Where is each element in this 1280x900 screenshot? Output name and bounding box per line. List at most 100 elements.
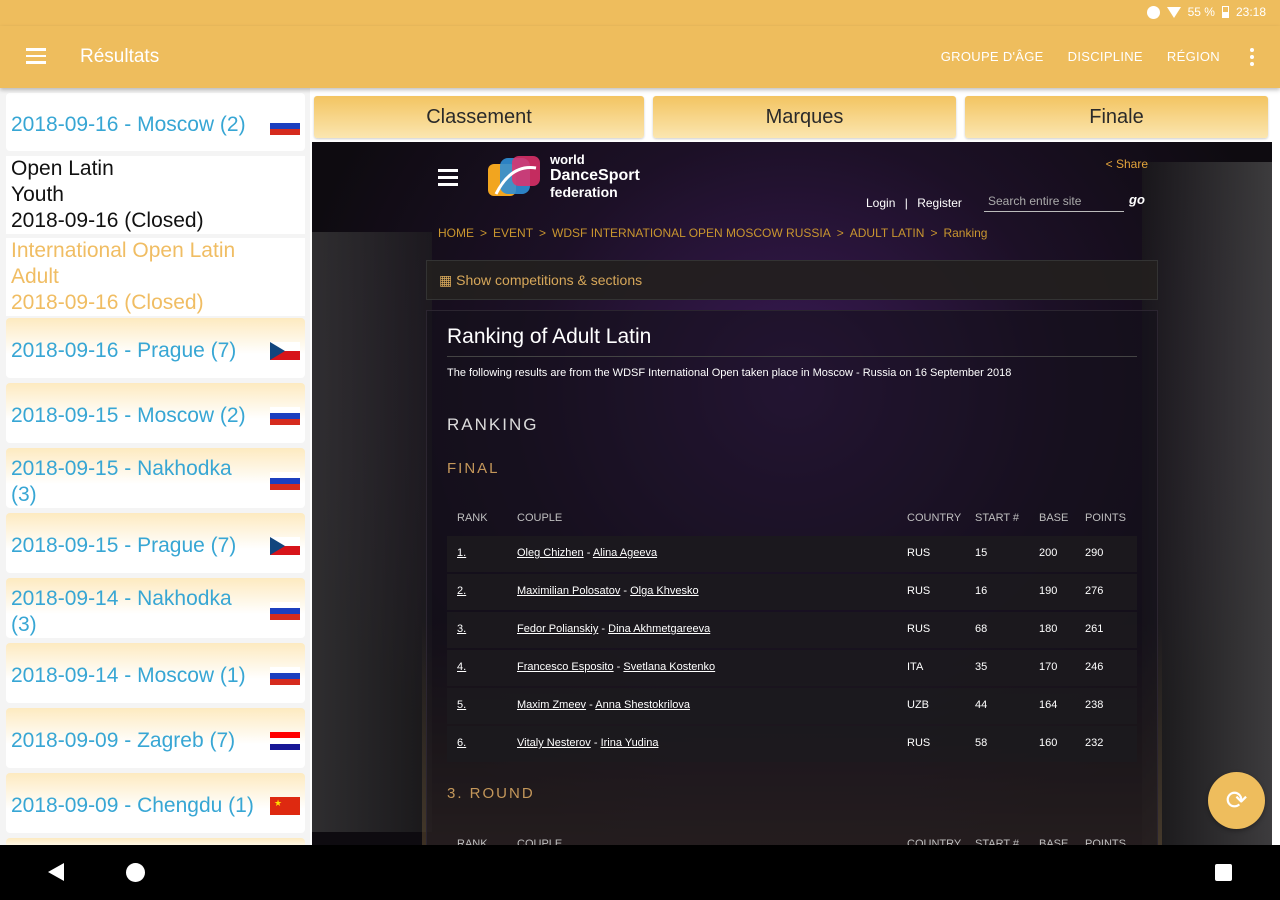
dancer-link[interactable]: Anna Shestokrilova	[595, 699, 690, 711]
crumb-event[interactable]: EVENT	[493, 226, 533, 240]
start-cell: 15	[975, 547, 988, 559]
start-cell: 68	[975, 623, 988, 635]
list-item[interactable]: 2018-09-16 - Moscow (2)	[6, 93, 305, 151]
rank-link[interactable]: 6.	[457, 737, 466, 749]
site-menu-icon[interactable]	[438, 169, 458, 189]
list-item[interactable]	[6, 838, 305, 845]
couple-cell: Fedor Polianskiy - Dina Akhmetgareeva	[517, 623, 711, 635]
couple-cell: Vitaly Nesterov - Irina Yudina	[517, 737, 659, 749]
base-cell: 200	[1039, 547, 1058, 559]
crumb-category[interactable]: ADULT LATIN	[850, 226, 925, 240]
couple-cell: Maximilian Polosatov - Olga Khvesko	[517, 585, 699, 597]
dancer-link[interactable]: Francesco Esposito	[517, 661, 614, 673]
list-item-label: 2018-09-09 - Zagreb (7)	[11, 729, 236, 752]
list-item[interactable]: 2018-09-09 - Chengdu (1) ★	[6, 773, 305, 833]
flag-czech-icon	[270, 537, 300, 555]
list-item[interactable]: 2018-09-15 - Prague (7)	[6, 513, 305, 573]
recents-icon[interactable]	[1215, 864, 1232, 881]
section-round: 3. ROUND	[447, 785, 535, 802]
table-row: 3. Fedor Polianskiy - Dina Akhmetgareeva R…	[447, 612, 1137, 648]
discipline-action[interactable]: DISCIPLINE	[1068, 49, 1143, 64]
dancer-photo-left	[312, 232, 432, 832]
page-subtitle: The following results are from the WDSF …	[447, 367, 1012, 379]
back-icon[interactable]	[48, 863, 64, 881]
hamburger-icon[interactable]	[26, 48, 46, 64]
list-item[interactable]: 2018-09-16 - Prague (7)	[6, 318, 305, 378]
tab-marques[interactable]: Marques	[653, 96, 956, 138]
ranking-panel: Ranking of Adult Latin The following res…	[426, 310, 1158, 845]
rank-link[interactable]: 2.	[457, 585, 466, 597]
points-cell: 238	[1085, 699, 1104, 711]
site-search-input[interactable]	[984, 190, 1124, 212]
list-item-label: 2018-09-14 - Nakhodka (3)	[11, 587, 232, 636]
points-cell: 290	[1085, 547, 1104, 559]
age-group-action[interactable]: GROUPE D'ÂGE	[941, 49, 1044, 64]
search-go-button[interactable]: go	[1129, 192, 1145, 207]
flag-russia-icon	[270, 117, 300, 135]
country-cell: ITA	[907, 661, 924, 673]
couple-cell: Maxim Zmeev - Anna Shestokrilova	[517, 699, 691, 711]
home-icon[interactable]	[126, 863, 145, 882]
dancer-link[interactable]: Irina Yudina	[601, 737, 659, 749]
list-item-label: 2018-09-15 - Moscow (2)	[11, 404, 246, 427]
dancer-link[interactable]: Olga Khvesko	[630, 585, 698, 597]
competition-list[interactable]: 2018-09-16 - Moscow (2) Open Latin Youth…	[0, 88, 310, 845]
crumb-competition[interactable]: WDSF INTERNATIONAL OPEN MOSCOW RUSSIA	[552, 226, 831, 240]
crumb-current: Ranking	[943, 226, 988, 240]
competition-date: 2018-09-16 (Closed)	[11, 209, 204, 232]
points-cell: 261	[1085, 623, 1104, 635]
list-item[interactable]: 2018-09-15 - Moscow (2)	[6, 383, 305, 443]
table-row: 1. Oleg Chizhen - Alina Ageeva RUS 15 200 290	[447, 536, 1137, 572]
data-saver-icon	[1146, 5, 1160, 19]
show-sections-button[interactable]: ▦ Show competitions & sections	[426, 260, 1158, 300]
base-cell: 160	[1039, 737, 1058, 749]
flag-china-icon: ★	[270, 797, 300, 815]
list-item[interactable]: 2018-09-14 - Moscow (1)	[6, 643, 305, 703]
region-action[interactable]: RÉGION	[1167, 49, 1220, 64]
dancer-link[interactable]: Dina Akhmetgareeva	[608, 623, 710, 635]
points-cell: 232	[1085, 737, 1104, 749]
list-item[interactable]: 2018-09-09 - Zagreb (7)	[6, 708, 305, 768]
country-cell: RUS	[907, 547, 931, 559]
dancer-link[interactable]: Maximilian Polosatov	[517, 585, 620, 597]
battery-percent: 55 %	[1187, 5, 1215, 19]
share-icon: <	[1105, 157, 1116, 171]
base-cell: 170	[1039, 661, 1058, 673]
table-header: RANK COUPLE COUNTRY START # BASE POINTS	[457, 838, 1126, 845]
dancer-link[interactable]: Svetlana Kostenko	[623, 661, 715, 673]
more-vert-icon[interactable]	[1250, 48, 1254, 69]
competition-entry-selected[interactable]: International Open Latin Adult 2018-09-1…	[6, 238, 305, 316]
tab-finale[interactable]: Finale	[965, 96, 1268, 138]
web-view[interactable]: world DanceSport federation < Share Logi…	[312, 142, 1272, 845]
flag-russia-icon	[270, 407, 300, 425]
rank-link[interactable]: 4.	[457, 661, 466, 673]
dancer-link[interactable]: Oleg Chizhen	[517, 547, 584, 559]
tab-classement[interactable]: Classement	[314, 96, 644, 138]
flag-croatia-icon	[270, 732, 300, 750]
login-link[interactable]: Login	[866, 196, 895, 210]
wdsf-logo-icon[interactable]	[486, 154, 546, 204]
start-cell: 44	[975, 699, 988, 711]
start-cell: 16	[975, 585, 988, 597]
refresh-icon[interactable]: ⟳	[1208, 772, 1265, 829]
status-bar: 55 % 23:18	[0, 0, 1280, 26]
table-row: 2. Maximilian Polosatov - Olga Khvesko RUS…	[447, 574, 1137, 610]
register-link[interactable]: Register	[917, 196, 962, 210]
dancer-link[interactable]: Alina Ageeva	[593, 547, 657, 559]
list-item[interactable]: 2018-09-15 - Nakhodka (3)	[6, 448, 305, 508]
list-item-label: 2018-09-09 - Chengdu (1)	[11, 794, 254, 817]
share-link[interactable]: < Share	[1106, 157, 1148, 171]
crumb-home[interactable]: HOME	[438, 226, 474, 240]
dancer-link[interactable]: Vitaly Nesterov	[517, 737, 591, 749]
list-item-label: 2018-09-15 - Nakhodka (3)	[11, 457, 232, 506]
rank-link[interactable]: 5.	[457, 699, 466, 711]
rank-link[interactable]: 3.	[457, 623, 466, 635]
rank-link[interactable]: 1.	[457, 547, 466, 559]
competition-entry[interactable]: Open Latin Youth 2018-09-16 (Closed)	[6, 156, 305, 234]
dancer-link[interactable]: Fedor Polianskiy	[517, 623, 598, 635]
clock: 23:18	[1235, 5, 1266, 19]
flag-czech-icon	[270, 342, 300, 360]
competition-name: International Open Latin	[11, 239, 236, 262]
list-item[interactable]: 2018-09-14 - Nakhodka (3)	[6, 578, 305, 638]
dancer-link[interactable]: Maxim Zmeev	[517, 699, 586, 711]
